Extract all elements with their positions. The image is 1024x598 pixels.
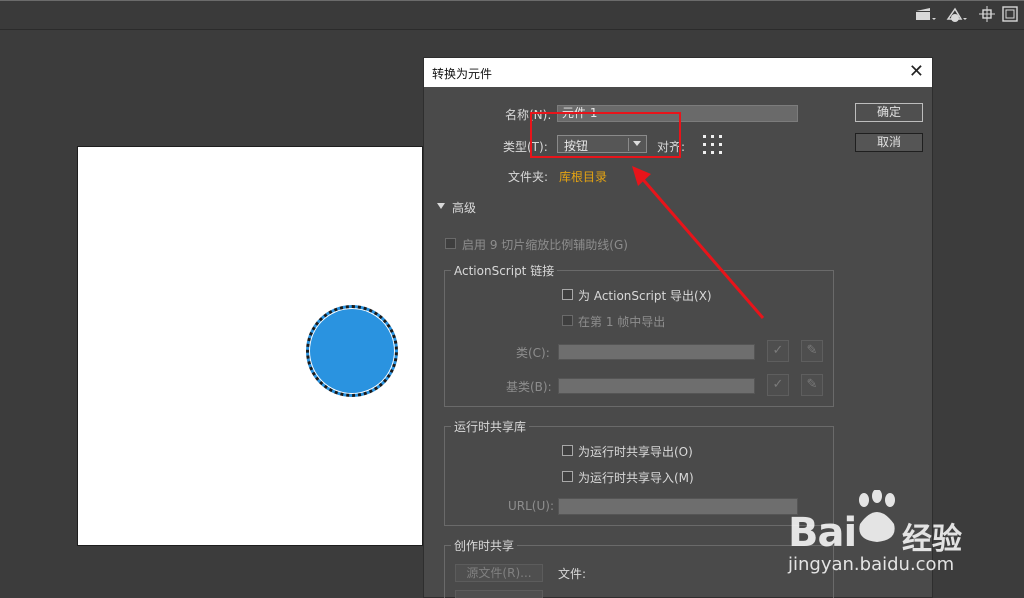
highlight-box xyxy=(530,112,681,158)
runtime-group-title: 运行时共享库 xyxy=(451,418,530,435)
base-class-field[interactable] xyxy=(558,378,755,394)
class-field[interactable] xyxy=(558,344,755,360)
close-icon[interactable]: ✕ xyxy=(909,61,924,82)
authortime-group-title: 创作时共享 xyxy=(451,537,518,554)
check-icon[interactable]: ✓ xyxy=(767,340,789,362)
import-runtime-label: 为运行时共享导入(M) xyxy=(578,471,694,485)
advanced-toggle[interactable]: 高级 xyxy=(452,199,476,216)
import-runtime-checkbox[interactable] xyxy=(562,471,573,482)
export-actionscript-label: 为 ActionScript 导出(X) xyxy=(578,289,712,303)
export-runtime-label: 为运行时共享导出(O) xyxy=(578,445,693,459)
url-field[interactable] xyxy=(558,498,798,515)
export-runtime-checkbox[interactable] xyxy=(562,445,573,456)
nine-slice-label: 启用 9 切片缩放比例辅助线(G) xyxy=(462,238,628,252)
crosshair-icon[interactable] xyxy=(979,6,995,24)
source-file-button[interactable]: 源文件(R)... xyxy=(455,564,543,582)
export-frame-label: 在第 1 帧中导出 xyxy=(578,315,666,329)
clapper-icon[interactable] xyxy=(915,6,937,24)
symbol-button[interactable] xyxy=(455,590,543,598)
export-frame-checkbox[interactable] xyxy=(562,315,573,326)
toolbar-divider xyxy=(0,0,1024,1)
baidu-watermark: Bai 经验 jingyan.baidu.com xyxy=(788,490,1024,598)
selected-circle-shape[interactable] xyxy=(306,305,398,397)
url-label: URL(U): xyxy=(508,499,554,513)
folder-label: 文件夹: xyxy=(508,170,549,184)
folder-link[interactable]: 库根目录 xyxy=(559,168,607,185)
disclosure-triangle-icon[interactable] xyxy=(437,203,445,209)
export-actionscript-checkbox[interactable] xyxy=(562,289,573,300)
check-icon[interactable]: ✓ xyxy=(767,374,789,396)
actionscript-group-title: ActionScript 链接 xyxy=(451,262,558,279)
watermark-brand-cn: 经验 xyxy=(902,522,962,557)
dialog-titlebar: 转换为元件 ✕ xyxy=(424,58,932,87)
cancel-button[interactable]: 取消 xyxy=(855,133,923,152)
paw-logo-icon xyxy=(859,490,895,542)
watermark-brand: Bai xyxy=(788,510,857,556)
pencil-icon[interactable]: ✎ xyxy=(801,340,823,362)
cone-icon[interactable] xyxy=(945,6,969,24)
registration-grid-icon[interactable] xyxy=(703,135,723,155)
dialog-title: 转换为元件 xyxy=(432,67,493,81)
fit-frame-icon[interactable] xyxy=(1002,6,1018,24)
top-toolbar xyxy=(0,0,1024,30)
watermark-url: jingyan.baidu.com xyxy=(788,554,955,575)
base-class-label: 基类(B): xyxy=(506,380,552,394)
pencil-icon[interactable]: ✎ xyxy=(801,374,823,396)
file-label: 文件: xyxy=(558,567,587,581)
ok-button[interactable]: 确定 xyxy=(855,103,923,122)
class-label: 类(C): xyxy=(516,346,550,360)
nine-slice-checkbox[interactable] xyxy=(445,238,456,249)
